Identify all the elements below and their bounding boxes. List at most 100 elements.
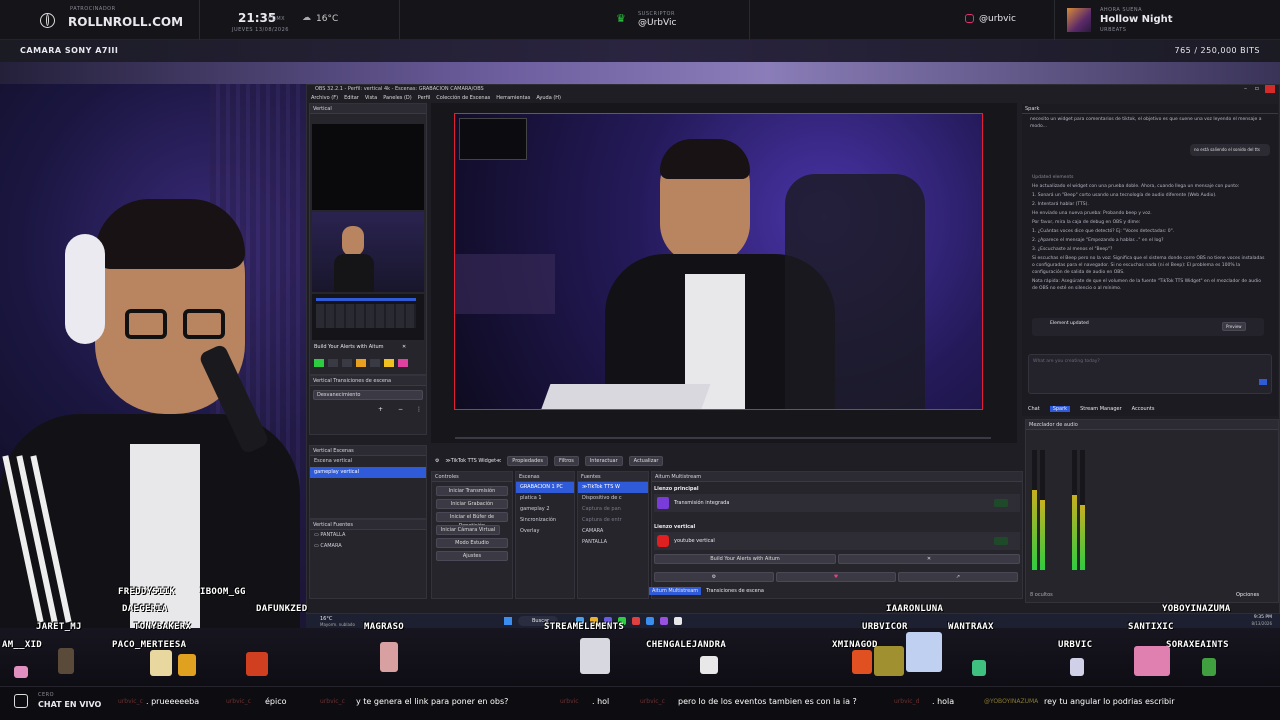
twitch-icon [657, 497, 669, 509]
app-icon[interactable] [646, 617, 654, 625]
source-item[interactable]: CAMARA [578, 526, 648, 537]
color-swatch[interactable] [398, 359, 408, 367]
controls-title: Controles [432, 472, 512, 482]
windows-start-icon[interactable] [504, 617, 512, 625]
tab-spark[interactable]: Spark [1049, 406, 1071, 412]
vertical-scenes-title: Vertical Escenas [310, 446, 426, 456]
scene-item-selected[interactable]: GRABACION 1 PC [516, 482, 574, 493]
options-button[interactable]: Opciones [1236, 592, 1259, 598]
stream-toggle[interactable] [994, 499, 1008, 507]
start-stream-button[interactable]: Iniciar Transmisión [436, 486, 508, 496]
interact-button[interactable]: Interactuar [584, 456, 623, 466]
build-alerts-button[interactable]: Build Your Alerts with Aitum [654, 554, 836, 564]
app-icon[interactable] [674, 617, 682, 625]
scene-item[interactable]: platica 1 [516, 493, 574, 504]
stream-toggle[interactable] [994, 537, 1008, 545]
studio-mode-button[interactable]: Modo Estudio [436, 538, 508, 548]
settings-icon[interactable]: ⚙ [654, 572, 774, 582]
properties-button[interactable]: Propiedades [507, 456, 548, 466]
start-virtual-camera-button[interactable]: Iniciar Cámara Virtual [436, 525, 500, 535]
send-icon[interactable] [1259, 379, 1267, 385]
color-swatch[interactable] [356, 359, 366, 367]
start-recording-button[interactable]: Iniciar Grabación [436, 499, 508, 509]
spark-query: necesito un widget para comentarios de t… [1030, 116, 1266, 132]
color-swatch[interactable] [314, 359, 324, 367]
main-preview-canvas[interactable] [454, 113, 983, 410]
song-title: Hollow Night [1100, 14, 1173, 25]
menu-help[interactable]: Ayuda (H) [536, 95, 561, 101]
tab-stream-manager[interactable]: Stream Manager [1080, 406, 1122, 412]
source-item[interactable]: Captura de pan [578, 504, 648, 515]
vertical-scene-item[interactable]: Escena vertical [310, 456, 426, 467]
scene-item[interactable]: gameplay 2 [516, 504, 574, 515]
streamdeck-light [455, 254, 555, 314]
menu-tools[interactable]: Herramientas [496, 95, 530, 101]
globe-icon [40, 13, 55, 28]
chat-user: urbvic_c [640, 698, 665, 705]
build-alerts-label: Build Your Alerts with Aitum [314, 344, 384, 350]
sources-dock: Fuentes ≫TikTok TTS W Dispositivo de c C… [577, 471, 649, 599]
source-item[interactable]: Captura de entr [578, 515, 648, 526]
tab-chat[interactable]: Chat [1028, 406, 1040, 412]
menu-edit[interactable]: Editar [344, 95, 359, 101]
color-swatch[interactable] [370, 359, 380, 367]
close-alert-icon[interactable]: ✕ [402, 344, 406, 350]
menu-profile[interactable]: Perfil [418, 95, 431, 101]
chatter-pet-area: JARET_MJ TONYBAKERX AM__XID PACO_MERTEES… [0, 622, 1280, 686]
preview-button[interactable]: Preview [1222, 322, 1246, 331]
share-icon[interactable]: ↗ [898, 572, 1018, 582]
clock-cell: 21:35 CDMX JUEVES 13/08/2026 ☁ 16°C [200, 0, 400, 40]
chatter-sprite [150, 650, 172, 676]
source-item[interactable]: PANTALLA [578, 537, 648, 548]
vertical-source-item[interactable]: ▭ CAMARA [310, 541, 426, 552]
selected-source-name: ≫TikTok TTS Widget≪ [445, 458, 502, 464]
close-icon[interactable] [1265, 85, 1275, 93]
instagram-handle: @urbvic [979, 14, 1016, 24]
start-replay-buffer-button[interactable]: Iniciar el Búfer de Repetición [436, 512, 508, 529]
menu-file[interactable]: Archivo (F) [311, 95, 338, 101]
source-item-selected[interactable]: ≫TikTok TTS W [578, 482, 648, 493]
menu-scene-collection[interactable]: Colección de Escenas [436, 95, 490, 101]
user-bubble-text: no está saliendo el sonido del tts [1194, 147, 1260, 152]
source-item[interactable]: Dispositivo de c [578, 493, 648, 504]
headphone-left [65, 234, 105, 344]
vertical-scene-item-selected[interactable]: gameplay vertical [310, 467, 426, 478]
camera-name: CAMARA SONY A7III [20, 46, 119, 55]
heart-icon[interactable]: ♥ [776, 572, 896, 582]
volume-meter [1072, 450, 1077, 570]
color-swatch[interactable] [328, 359, 338, 367]
webcam-feed [0, 84, 308, 630]
canvas-scrollbar[interactable] [455, 437, 991, 439]
maximize-icon[interactable]: ▫ [1255, 85, 1259, 92]
menu-docks[interactable]: Paneles (D) [383, 95, 412, 101]
gear-icon[interactable]: ⚙ [435, 458, 439, 464]
spark-tabs: Chat Spark Stream Manager Accounts [1028, 406, 1154, 412]
tab-aitum[interactable]: Aitum Multistream [649, 587, 702, 595]
color-swatch[interactable] [384, 359, 394, 367]
tab-accounts[interactable]: Accounts [1132, 406, 1155, 412]
more-icon[interactable]: ⋮ [416, 406, 422, 413]
filters-button[interactable]: Filtros [553, 456, 579, 466]
scene-item[interactable]: Sincronización Overlay [516, 515, 574, 534]
app-icon[interactable] [660, 617, 668, 625]
user-bubble: no está saliendo el sonido del tts [1190, 144, 1270, 156]
remove-transition-icon[interactable]: − [398, 406, 403, 413]
color-swatch[interactable] [342, 359, 352, 367]
add-transition-icon[interactable]: + [378, 406, 383, 413]
volume-meter [1032, 450, 1037, 570]
vertical-canvas-cam [312, 212, 424, 292]
tab-transitions[interactable]: Transiciones de escena [703, 587, 767, 595]
transition-select[interactable]: Desvanecimiento [313, 390, 423, 400]
empty-cell [400, 0, 600, 40]
refresh-button[interactable]: Actualizar [628, 456, 664, 466]
spark-p10: Nota rápida: Asegúrate de que el volumen… [1032, 279, 1261, 291]
minimize-icon[interactable]: – [1244, 85, 1247, 92]
settings-button[interactable]: Ajustes [436, 551, 508, 561]
spark-input[interactable]: What are you creating today? [1028, 354, 1272, 394]
app-icon[interactable] [632, 617, 640, 625]
vertical-source-item[interactable]: ▭ PANTALLA [310, 530, 426, 541]
alert-color-buttons [314, 359, 424, 369]
close-alerts-button[interactable]: ✕ [838, 554, 1020, 564]
menu-view[interactable]: Vista [365, 95, 377, 101]
obs-title: OBS 32.2.1 - Perfil: vertical 4k - Escen… [315, 86, 484, 92]
